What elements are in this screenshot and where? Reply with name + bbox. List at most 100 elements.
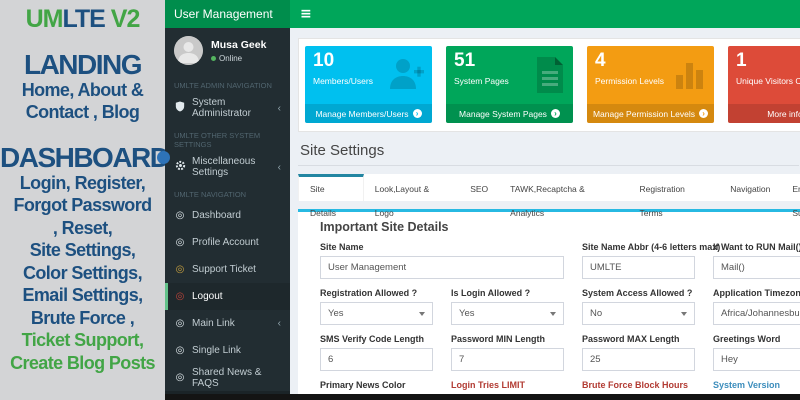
manage-members-users-link[interactable]: Manage Members/Users› [305, 104, 432, 123]
tab-email-subjects[interactable]: Email Subjects [781, 174, 800, 201]
stat-value: 1 [728, 46, 800, 72]
field-sms-code-length: SMS Verify Code Length [320, 334, 433, 371]
stat-card-unique-visitors: 1 Unique Visitors Count More info› [728, 46, 800, 123]
sidebar-item-support-ticket[interactable]: ◎ Support Ticket [165, 256, 290, 283]
caret-down-icon [550, 312, 556, 316]
field-greetings-word: Greetings Word [713, 334, 800, 371]
promo-dashboard-line: Create Blog Posts [0, 352, 165, 375]
sidebar-item-label: Profile Account [192, 237, 259, 248]
tab-look-layout-logo[interactable]: Look,Layout & Logo [364, 174, 459, 201]
field-password-min: Password MIN Length [451, 334, 564, 371]
user-name: Musa Geek [211, 39, 266, 51]
file-text-icon [530, 55, 568, 100]
hamburger-menu-icon[interactable]: ≡ [300, 6, 312, 22]
sms-code-length-input[interactable] [320, 348, 433, 371]
promo-landing-heading: LANDING [0, 51, 165, 79]
greetings-word-input[interactable] [713, 348, 800, 371]
user-status-label: Online [219, 54, 242, 63]
stat-card-system-pages: 51 System Pages Manage System Pages› [446, 46, 573, 123]
field-label: If Want to RUN Mail() php f [713, 242, 800, 252]
sidebar-item-profile-account[interactable]: ◎Profile Account [165, 229, 290, 256]
user-panel: Musa Geek Online [165, 28, 290, 73]
sidebar-item-miscellaneous-settings[interactable]: Miscellaneous Settings ‹ [165, 152, 290, 182]
manage-system-pages-link[interactable]: Manage System Pages › [446, 104, 573, 123]
bar-chart-icon [673, 55, 709, 98]
field-label: SMS Verify Code Length [320, 334, 433, 344]
more-info-link[interactable]: More info› [728, 104, 800, 123]
field-registration-allowed: Registration Allowed ? Yes [320, 288, 433, 325]
main-area: ≡ 10 Members/Users Manage Members/Users›… [290, 0, 800, 400]
arrow-circle-icon: › [699, 109, 708, 118]
timezone-input[interactable] [713, 302, 800, 325]
promo-dashboard-line: Forgot Password [0, 194, 165, 217]
site-abbr-input[interactable] [582, 256, 695, 279]
sidebar-item-label: Support Ticket [192, 264, 256, 275]
user-silhouette-icon [174, 36, 203, 65]
caret-down-icon [419, 312, 425, 316]
sidebar-item-label: Logout [192, 291, 223, 302]
stat-card-permission-levels: 4 Permission Levels Manage Permission Le… [587, 46, 714, 123]
stat-cards-panel: 10 Members/Users Manage Members/Users› 5… [298, 38, 800, 132]
tab-registration-terms[interactable]: Registration Terms [629, 174, 720, 201]
user-plus-icon [387, 55, 427, 100]
field-label: System Access Allowed ? [582, 288, 695, 298]
field-label: Primary News Color [320, 380, 433, 390]
arrow-circle-icon: › [551, 109, 560, 118]
tab-site-details[interactable]: Site Details [298, 174, 364, 201]
field-run-mail: If Want to RUN Mail() php f [713, 242, 800, 279]
bullseye-icon: ◎ [174, 372, 186, 383]
sidebar-section-admin-navigation: UMLTE ADMIN NAVIGATION [165, 73, 290, 93]
field-timezone: Application Timezone [713, 288, 800, 325]
promo-title: UMLTE V2 [0, 5, 165, 34]
settings-tab-bar: Site Details Look,Layout & Logo SEO TAWK… [298, 174, 800, 201]
sidebar-item-label: Dashboard [192, 210, 241, 221]
sidebar-item-logout[interactable]: ◎Logout [165, 283, 290, 310]
gear-icon [174, 160, 186, 174]
sidebar-item-label: Miscellaneous Settings [192, 156, 272, 178]
sidebar-item-shared-news-faqs[interactable]: ◎Shared News & FAQS [165, 364, 290, 391]
registration-allowed-select[interactable]: Yes [320, 302, 433, 325]
promo-dashboard-heading: DASHBOARD [0, 144, 165, 172]
bullseye-icon: ◎ [174, 345, 186, 356]
sidebar-item-single-link[interactable]: ◎Single Link [165, 337, 290, 364]
manage-permission-levels-link[interactable]: Manage Permission Levels › [587, 104, 714, 123]
field-login-allowed: Is Login Allowed ? Yes [451, 288, 564, 325]
sidebar-item-main-link[interactable]: ◎Main Link‹ [165, 310, 290, 337]
selected-value: No [590, 308, 602, 319]
promo-panel: UMLTE V2 LANDING Home, About & Contact ,… [0, 0, 165, 400]
promo-landing-line: Home, About & [0, 79, 165, 102]
run-mail-input[interactable] [713, 256, 800, 279]
app-logo-title[interactable]: User Management [165, 0, 290, 28]
field-label: Greetings Word [713, 334, 800, 344]
app-window: UMLTE V2 LANDING Home, About & Contact ,… [0, 0, 800, 400]
promo-dashboard-line: Ticket Support, [0, 329, 165, 352]
tab-tawk-recaptcha-analytics[interactable]: TAWK,Recaptcha & Analytics [499, 174, 628, 201]
login-allowed-select[interactable]: Yes [451, 302, 564, 325]
field-label: Login Tries LIMIT [451, 380, 564, 390]
sidebar-item-dashboard[interactable]: ◎Dashboard [165, 202, 290, 229]
sidebar-item-system-administrator[interactable]: System Administrator ‹ [165, 93, 290, 123]
site-name-input[interactable] [320, 256, 564, 279]
promo-dashboard-line: Email Settings, [0, 284, 165, 307]
footer-label: Manage Permission Levels [593, 109, 695, 119]
sidebar-section-navigation: UMLTE NAVIGATION [165, 182, 290, 202]
form-section-title: Important Site Details [298, 212, 800, 234]
user-status: Online [211, 54, 266, 63]
bullseye-icon: ◎ [174, 264, 186, 275]
form-grid: Site Name Site Name Abbr (4-6 letters ma… [298, 234, 800, 400]
tab-seo[interactable]: SEO [459, 174, 499, 201]
promo-title-um: UM [26, 5, 63, 33]
field-label: Registration Allowed ? [320, 288, 433, 298]
system-access-select[interactable]: No [582, 302, 695, 325]
sidebar-item-label: System Administrator [192, 97, 272, 119]
field-label: Is Login Allowed ? [451, 288, 564, 298]
chevron-left-icon: ‹ [278, 162, 281, 173]
bullseye-icon: ◎ [174, 318, 186, 329]
promo-dashboard-line: Color Settings, [0, 262, 165, 285]
password-min-input[interactable] [451, 348, 564, 371]
promo-blue-dot-decoration [157, 151, 170, 164]
field-label: Site Name Abbr (4-6 letters max) [582, 242, 695, 252]
footer-label: Manage System Pages [459, 109, 547, 119]
password-max-input[interactable] [582, 348, 695, 371]
tab-navigation[interactable]: Navigation [719, 174, 781, 201]
